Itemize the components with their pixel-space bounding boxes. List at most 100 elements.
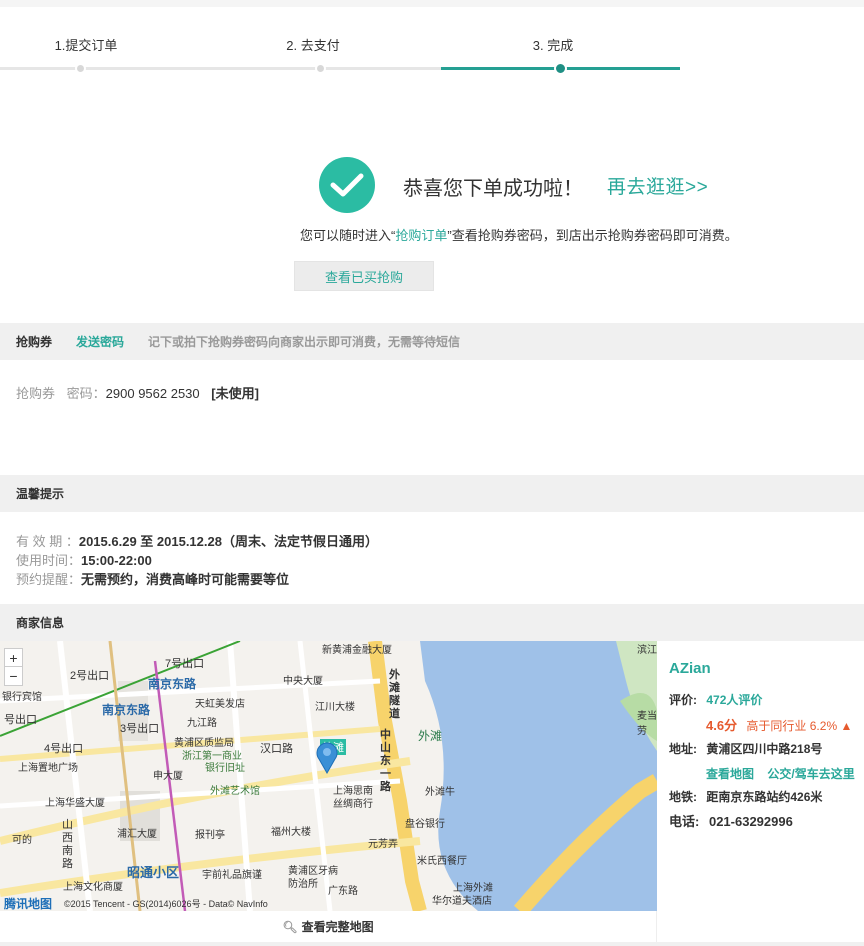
map-label: 山西南路	[62, 819, 73, 870]
coupon-hint: 记下或拍下抢购券密码向商家出示即可消费，无需等待短信	[148, 335, 461, 349]
rating-label: 评价:	[669, 693, 697, 707]
bottom-divider	[0, 942, 864, 946]
tip-value: 2015.6.29 至 2015.12.28（周末、法定节假日通用）	[78, 534, 378, 549]
map-label: 申大厦	[153, 771, 183, 782]
order-progress-steps: 1.提交订单 2. 去支付 3. 完成	[0, 7, 864, 82]
success-description: 您可以随时进入“抢购订单”查看抢购券密码，到店出示抢购券密码即可消费。	[300, 225, 738, 244]
map-logo: 腾讯地图	[4, 896, 53, 911]
continue-shopping-link[interactable]: 再去逛逛>>	[607, 172, 708, 199]
merchant-address-row: 地址: 黄浦区四川中路218号	[669, 740, 822, 757]
map-zoom-control: + −	[4, 648, 23, 686]
address-value: 黄浦区四川中路218号	[706, 742, 823, 756]
arrow-up-icon: ▲	[840, 719, 853, 733]
map-label: 7号出口	[165, 658, 205, 670]
view-full-map-button[interactable]: 🔍︎ 查看完整地图	[0, 911, 657, 942]
view-map-link[interactable]: 查看地图	[706, 767, 754, 781]
merchant-phone-row: 电话: 021-63292996	[669, 811, 793, 830]
map-label: 新黄浦金融大厦	[322, 645, 392, 656]
tip-row: 有 效 期 ：2015.6.29 至 2015.12.28（周末、法定节假日通用…	[16, 532, 378, 551]
map-label: 盘谷银行	[405, 819, 445, 830]
merchant-rating-row: 评价: 472人评价	[669, 691, 762, 708]
map-label: 南京东路	[148, 677, 197, 691]
tip-key: 使用时间：	[16, 553, 82, 568]
map-label: 上海置地广场	[18, 763, 78, 774]
directions-link[interactable]: 公交/驾车去这里	[767, 767, 854, 781]
zoom-in-button[interactable]: +	[5, 649, 22, 667]
map-label: 九江路	[187, 718, 217, 729]
address-label: 地址:	[669, 742, 697, 756]
step-dot-2	[315, 63, 326, 74]
phone-label: 电话:	[669, 814, 700, 829]
map-label: 天虹美发店	[195, 699, 245, 710]
coupon-section-header: 抢购券 发送密码 记下或拍下抢购券密码向商家出示即可消费，无需等待短信	[0, 323, 864, 360]
map-label: 外滩艺术馆	[210, 786, 260, 797]
zoom-out-button[interactable]: −	[5, 667, 22, 685]
check-icon	[319, 157, 375, 213]
map-label: 南京东路	[102, 703, 151, 717]
map-label: 麦当劳	[637, 711, 657, 737]
view-purchases-button[interactable]: 查看已买抢购	[294, 261, 434, 291]
merchant-info: AZian	[669, 660, 864, 677]
tips-list: 有 效 期 ：2015.6.29 至 2015.12.28（周末、法定节假日通用…	[16, 532, 378, 589]
map-label: 米氏西餐厅	[417, 856, 467, 867]
progress-track	[0, 67, 441, 70]
map-label: 上海文化商厦	[63, 882, 123, 893]
map-label: 江川大楼	[315, 702, 355, 713]
coupon-section-title: 抢购券	[16, 335, 53, 349]
map-label: 可的	[12, 835, 32, 846]
map-label: 银行宾馆	[2, 692, 42, 703]
map-label: 丝绸商行	[333, 799, 373, 810]
map-footer: 腾讯地图 ©2015 Tencent - GS(2014)6026号 - Dat…	[0, 895, 657, 911]
map-label: 浦汇大厦	[117, 829, 157, 840]
phone-value: 021-63292996	[708, 814, 793, 829]
password-label: 密码：	[66, 386, 106, 401]
tips-section-title: 温馨提示	[16, 487, 65, 501]
tip-value: 无需预约，消费高峰时可能需要等位	[81, 572, 290, 587]
send-password-link[interactable]: 发送密码	[76, 333, 124, 350]
tip-value: 15:00-22:00	[81, 553, 152, 568]
rating-count-link[interactable]: 472人评价	[706, 693, 762, 707]
subway-label: 地铁:	[669, 790, 697, 804]
step-submit-order: 1.提交订单	[54, 38, 118, 53]
password-value: 2900 9562 2530	[105, 386, 200, 401]
map-label: 上海华盛大厦	[45, 798, 105, 809]
map-label: 汉口路	[260, 743, 293, 755]
success-title: 恭喜您下单成功啦！	[403, 178, 583, 200]
tip-key: 有 效 期 ：	[16, 534, 79, 549]
tip-row: 使用时间：15:00-22:00	[16, 551, 378, 570]
map-label: 报刊亭	[195, 830, 225, 841]
step-dot-3	[554, 62, 567, 75]
desc-prefix: 您可以随时进入“	[300, 228, 396, 243]
step-complete: 3. 完成	[532, 38, 574, 53]
map-label: 外滩隧道	[389, 669, 400, 720]
map-label: 外滩牛	[425, 787, 455, 798]
map-label: 外滩	[418, 729, 443, 743]
coupon-row: 抢购券 密码：2900 9562 2530 [未使用]	[16, 383, 259, 402]
coupon-label: 抢购券	[16, 386, 56, 401]
subway-value: 距南京东路站约426米	[706, 790, 823, 804]
map-label: 中山东一路	[380, 729, 391, 793]
coupon-status: [未使用]	[211, 386, 259, 401]
map-label: 防治所	[288, 879, 318, 890]
step-pay: 2. 去支付	[286, 38, 340, 53]
map-label: 福州大楼	[271, 827, 311, 838]
merchant-section-title: 商家信息	[16, 616, 65, 630]
score-value: 4.6分	[706, 718, 738, 733]
magnifier-icon: 🔍︎	[282, 919, 298, 934]
merchant-subway-row: 地铁: 距南京东路站约426米	[669, 788, 822, 805]
map-copyright: ©2015 Tencent - GS(2014)6026号 - Data© Na…	[64, 898, 268, 909]
merchant-name: AZian	[669, 660, 711, 677]
map-label: 昭通小区	[127, 865, 180, 880]
tips-section-header: 温馨提示	[0, 475, 864, 512]
view-full-map-label: 查看完整地图	[301, 920, 374, 934]
merchant-map-links: 查看地图 公交/驾车去这里	[706, 765, 855, 782]
map-label: 号出口	[4, 714, 37, 726]
location-pin-icon[interactable]	[316, 742, 338, 777]
map-label: 中央大厦	[283, 676, 323, 687]
step-dot-1	[75, 63, 86, 74]
map-label: 银行旧址	[205, 763, 245, 774]
merchant-map[interactable]: 7号出口 南京东路 2号出口 银行宾馆 天虹美发店 中央大厦 江川大楼 号出口 …	[0, 641, 657, 911]
map-label: 2号出口	[70, 670, 110, 682]
map-label: 元芳弄	[368, 839, 398, 850]
order-link[interactable]: 抢购订单	[395, 228, 447, 243]
